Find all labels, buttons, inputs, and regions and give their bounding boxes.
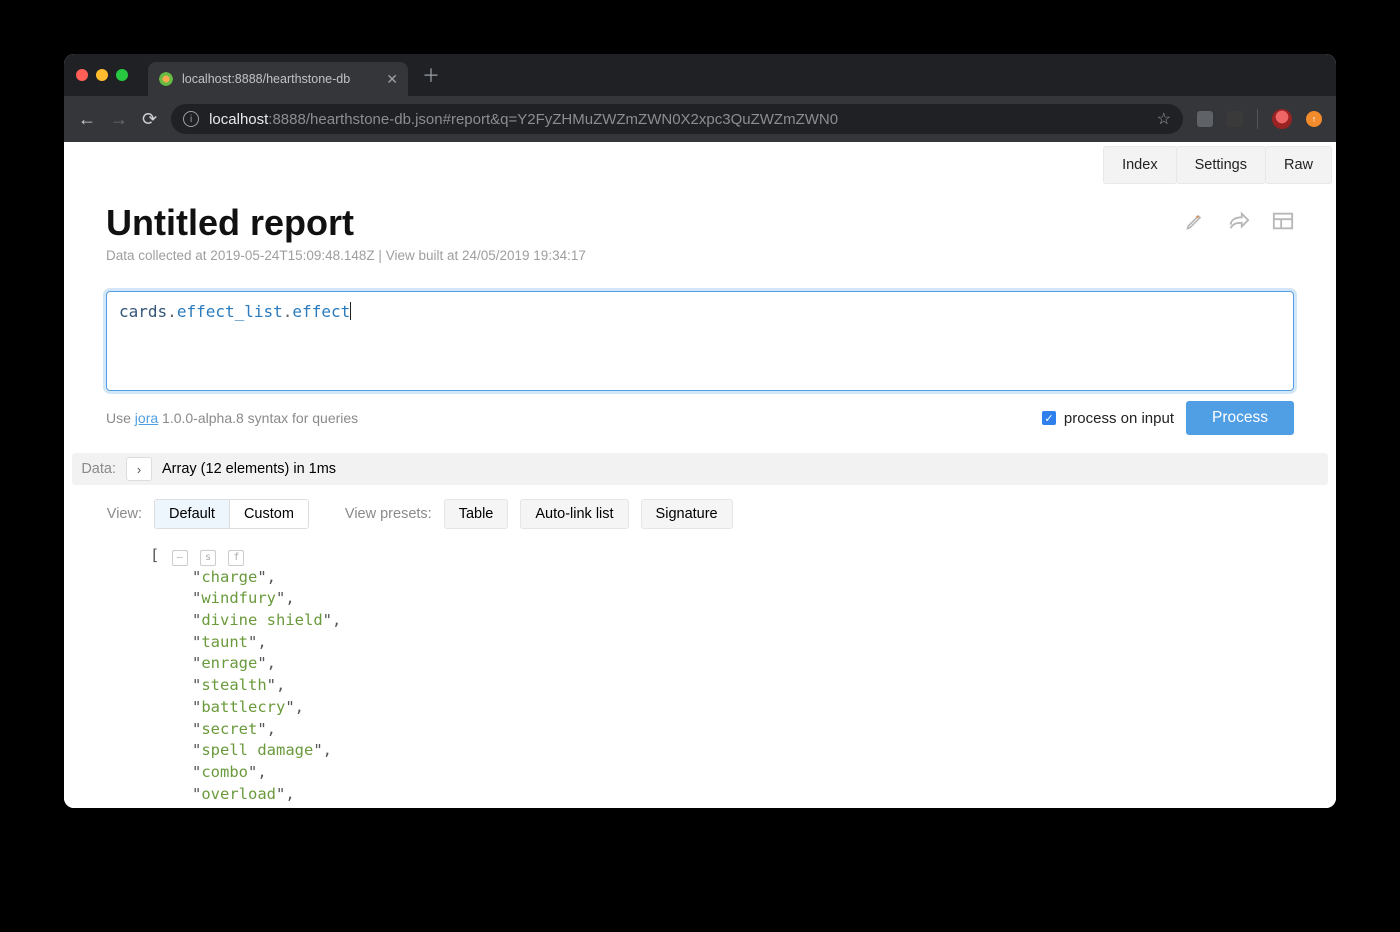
jora-link[interactable]: jora [135, 410, 158, 426]
url-text: localhost:8888/hearthstone-db.json#repor… [209, 111, 1147, 128]
bookmark-star-icon[interactable]: ☆ [1157, 109, 1171, 129]
browser-tab[interactable]: localhost:8888/hearthstone-db ✕ [148, 62, 408, 96]
minimize-window-button[interactable] [96, 69, 108, 81]
preset-signature[interactable]: Signature [641, 499, 733, 529]
result-item: "deathrattle", [150, 805, 1256, 808]
tab-strip: localhost:8888/hearthstone-db ✕ ＋ [64, 54, 1336, 96]
collapse-toggle-icon[interactable]: – [172, 550, 188, 566]
url-input[interactable]: i localhost:8888/hearthstone-db.json#rep… [171, 104, 1183, 134]
result-item: "enrage", [150, 653, 1256, 675]
preset-autolink[interactable]: Auto-link list [520, 499, 628, 529]
nav-index[interactable]: Index [1103, 146, 1176, 184]
page-meta: Data collected at 2019-05-24T15:09:48.14… [106, 248, 586, 263]
result-item: "charge", [150, 567, 1256, 589]
toolbar-separator [1257, 109, 1258, 129]
browser-window: localhost:8888/hearthstone-db ✕ ＋ ← → ⟳ … [64, 54, 1336, 808]
text-cursor [350, 302, 351, 320]
process-on-input-checkbox[interactable]: ✓ process on input [1042, 410, 1174, 427]
address-bar: ← → ⟳ i localhost:8888/hearthstone-db.js… [64, 96, 1336, 142]
site-info-icon[interactable]: i [183, 111, 199, 127]
layout-icon[interactable] [1272, 210, 1294, 232]
extension-icon[interactable] [1197, 111, 1213, 127]
maximize-window-button[interactable] [116, 69, 128, 81]
favicon-icon [158, 71, 174, 87]
share-icon[interactable] [1228, 210, 1250, 232]
checkbox-checked-icon: ✓ [1042, 411, 1056, 425]
array-open-bracket: [ [150, 546, 159, 564]
profile-avatar[interactable] [1272, 109, 1292, 129]
view-custom-tab[interactable]: Custom [229, 500, 308, 528]
data-label: Data: [64, 461, 116, 477]
page-content: Index Settings Raw Untitled report Data … [64, 142, 1336, 808]
preset-table[interactable]: Table [444, 499, 509, 529]
data-summary: Array (12 elements) in 1ms [162, 461, 336, 477]
query-input[interactable]: cards.effect_list.effect [106, 291, 1294, 391]
result-item: "stealth", [150, 675, 1256, 697]
nav-settings[interactable]: Settings [1176, 146, 1266, 184]
expand-data-icon[interactable]: › [126, 457, 152, 481]
header-actions [1184, 210, 1294, 232]
update-indicator-icon[interactable]: ↑ [1306, 111, 1322, 127]
presets-label: View presets: [345, 506, 432, 522]
reload-button[interactable]: ⟳ [142, 109, 157, 130]
back-button[interactable]: ← [78, 109, 96, 130]
page-title: Untitled report [106, 202, 586, 244]
result-item: "spell damage", [150, 740, 1256, 762]
result-item: "divine shield", [150, 610, 1256, 632]
extension-icon[interactable] [1227, 111, 1243, 127]
window-controls [76, 69, 128, 81]
result-item: "battlecry", [150, 697, 1256, 719]
result-item: "overload", [150, 784, 1256, 806]
view-mode-toggle: Default Custom [154, 499, 309, 529]
result-item: "combo", [150, 762, 1256, 784]
nav-raw[interactable]: Raw [1265, 146, 1332, 184]
close-window-button[interactable] [76, 69, 88, 81]
data-summary-row: Data: › Array (12 elements) in 1ms [72, 453, 1328, 485]
view-default-tab[interactable]: Default [155, 500, 229, 528]
view-label: View: [98, 506, 142, 522]
new-tab-button[interactable]: ＋ [422, 62, 440, 88]
query-help-text: Use jora 1.0.0-alpha.8 syntax for querie… [106, 410, 1030, 426]
edit-icon[interactable] [1184, 210, 1206, 232]
result-item: "windfury", [150, 588, 1256, 610]
top-nav: Index Settings Raw [64, 142, 1336, 184]
result-item: "taunt", [150, 632, 1256, 654]
filter-toggle-icon[interactable]: f [228, 550, 244, 566]
close-tab-icon[interactable]: ✕ [386, 71, 398, 88]
sort-toggle-icon[interactable]: s [200, 550, 216, 566]
forward-button[interactable]: → [110, 109, 128, 130]
tab-title: localhost:8888/hearthstone-db [182, 72, 378, 86]
view-controls: View: Default Custom View presets: Table… [106, 499, 1294, 529]
result-item: "secret", [150, 719, 1256, 741]
result-output: [ – s f "charge", "windfury", "divine sh… [106, 539, 1294, 808]
process-button[interactable]: Process [1186, 401, 1294, 435]
